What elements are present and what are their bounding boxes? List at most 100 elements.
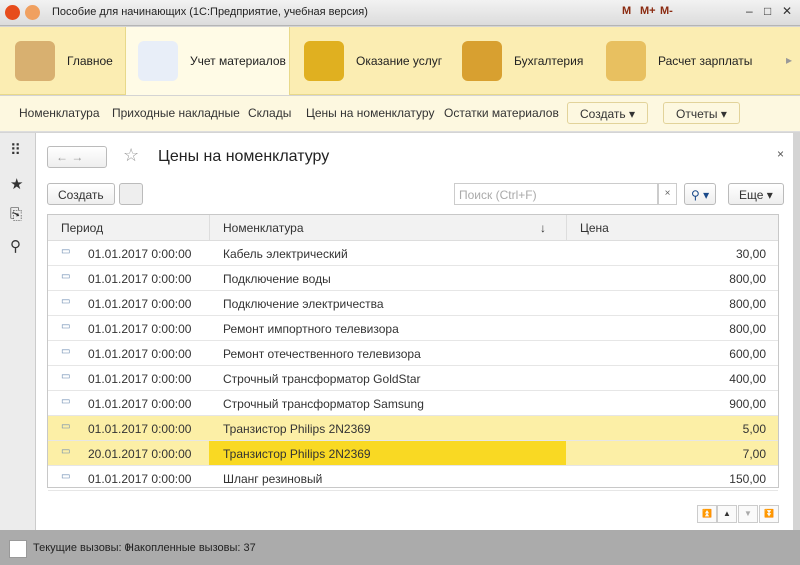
prices-table: Период Номенклатура ↓ Цена ▭ 01.01.2017 0… (47, 214, 779, 491)
item-cell: Транзистор Philips 2N2369 (223, 447, 371, 461)
lamp-icon (15, 41, 55, 81)
worker-icon (304, 41, 344, 81)
period-cell: 01.01.2017 0:00:00 (88, 422, 192, 436)
item-cell: Ремонт импортного телевизора (223, 322, 399, 336)
close-window-button[interactable]: ✕ (782, 4, 792, 18)
period-cell: 01.01.2017 0:00:00 (88, 397, 192, 411)
section-payroll[interactable]: Расчет зарплаты (606, 27, 752, 95)
table-row[interactable]: ▭ 01.01.2017 0:00:00 Строчный трансформато… (48, 366, 778, 391)
item-cell: Подключение воды (223, 272, 331, 286)
record-icon: ▭ (61, 446, 71, 457)
period-cell: 01.01.2017 0:00:00 (88, 247, 192, 261)
price-cell: 900,00 (729, 397, 766, 411)
section-label: Расчет зарплаты (658, 54, 753, 68)
table-row[interactable]: ▭ 20.01.2017 0:00:00 Транзистор Philips 2N… (48, 441, 778, 466)
table-row[interactable]: ▭ 01.01.2017 0:00:00 Ремонт отечественного… (48, 341, 778, 366)
section-label: Главное (67, 54, 113, 68)
price-cell: 7,00 (742, 447, 766, 461)
favorites-star-icon[interactable]: ★ (10, 175, 23, 193)
price-cell: 800,00 (729, 272, 766, 286)
table-row[interactable]: ▭ 01.01.2017 0:00:00 Ремонт импортного тел… (48, 316, 778, 341)
nav-balances[interactable]: Остатки материалов (444, 106, 559, 120)
memory-m-button[interactable]: M (622, 5, 631, 17)
clear-search-button[interactable]: × (658, 183, 677, 205)
table-row[interactable]: ▭ 01.01.2017 0:00:00 Шланг резиновый 150,00 (48, 466, 778, 491)
record-icon: ▭ (61, 396, 71, 407)
section-accounting[interactable]: Бухгалтерия (462, 27, 583, 95)
table-row[interactable]: ▭ 01.01.2017 0:00:00 Транзистор Philips 2N… (48, 416, 778, 441)
item-cell: Транзистор Philips 2N2369 (223, 422, 371, 436)
favorite-star-icon[interactable]: ☆ (123, 145, 139, 166)
back-forward-buttons[interactable]: ← → (47, 146, 107, 168)
sections-panel: Главное Учет материалов Оказание услуг Б… (0, 27, 800, 95)
sort-desc-icon: ↓ (540, 221, 546, 235)
record-icon: ▭ (61, 271, 71, 282)
minimize-button[interactable]: – (746, 4, 753, 18)
form-title: Цены на номенклатуру (158, 148, 330, 165)
table-row[interactable]: ▭ 01.01.2017 0:00:00 Подключение воды 800,0… (48, 266, 778, 291)
record-icon: ▭ (61, 471, 71, 482)
period-cell: 20.01.2017 0:00:00 (88, 447, 192, 461)
main-menu-icon[interactable] (25, 5, 40, 20)
create-label: Создать (580, 107, 626, 121)
scroll-down-button[interactable]: ▼ (738, 505, 758, 523)
table-row[interactable]: ▭ 01.01.2017 0:00:00 Строчный трансформато… (48, 391, 778, 416)
scroll-right-icon[interactable]: ▸ (786, 53, 792, 67)
period-cell: 01.01.2017 0:00:00 (88, 472, 192, 486)
section-label: Бухгалтерия (514, 54, 584, 68)
server-calls-icon[interactable] (9, 540, 27, 558)
left-toolbar: ⠿ ★ ⎘ ⚲ (0, 133, 36, 530)
price-cell: 150,00 (729, 472, 766, 486)
maximize-button[interactable]: □ (764, 4, 771, 18)
period-cell: 01.01.2017 0:00:00 (88, 322, 192, 336)
search-options-button[interactable]: ⚲ ▾ (684, 183, 717, 205)
period-cell: 01.01.2017 0:00:00 (88, 347, 192, 361)
column-price[interactable]: Цена (580, 221, 609, 235)
item-cell: Строчный трансформатор GoldStar (223, 372, 421, 386)
payroll-icon (606, 41, 646, 81)
window-title: Пособие для начинающих (1С:Предприятие, … (52, 6, 368, 18)
more-label: Еще (739, 188, 764, 202)
record-icon: ▭ (61, 296, 71, 307)
price-cell: 400,00 (729, 372, 766, 386)
record-icon: ▭ (61, 421, 71, 432)
period-cell: 01.01.2017 0:00:00 (88, 272, 192, 286)
accumulated-calls: Накопленные вызовы: 37 (126, 542, 256, 554)
column-period[interactable]: Период (61, 221, 103, 235)
scroll-up-button[interactable]: ▲ (717, 505, 737, 523)
column-item[interactable]: Номенклатура (223, 221, 304, 235)
price-cell: 800,00 (729, 322, 766, 336)
nav-prices[interactable]: Цены на номенклатуру (306, 106, 434, 120)
apps-grid-icon[interactable]: ⠿ (10, 141, 21, 159)
reports-menu-button[interactable]: Отчеты ▾ (663, 102, 740, 124)
memory-plus-button[interactable]: M+ (640, 5, 656, 17)
record-icon: ▭ (61, 346, 71, 357)
search-icon[interactable]: ⚲ (10, 237, 21, 255)
memory-minus-button[interactable]: M- (660, 5, 673, 17)
record-icon: ▭ (61, 321, 71, 332)
item-cell: Кабель электрический (223, 247, 348, 261)
item-cell: Подключение электричества (223, 297, 384, 311)
search-input[interactable]: Поиск (Ctrl+F) (454, 183, 658, 205)
more-button[interactable]: Еще ▾ (728, 183, 784, 205)
reports-label: Отчеты (676, 107, 718, 121)
section-main[interactable]: Главное (15, 27, 113, 95)
scroll-top-button[interactable]: ⏫ (697, 505, 717, 523)
close-form-button[interactable]: × (777, 147, 784, 161)
section-navigation: Номенклатура Приходные накладные Склады … (0, 96, 800, 132)
history-icon[interactable]: ⎘ (10, 206, 22, 223)
nav-receipts[interactable]: Приходные накладные (112, 106, 240, 120)
price-cell: 5,00 (742, 422, 766, 436)
nav-nomenclature[interactable]: Номенклатура (19, 106, 100, 120)
period-cell: 01.01.2017 0:00:00 (88, 372, 192, 386)
section-materials[interactable]: Учет материалов (125, 27, 290, 95)
nav-warehouses[interactable]: Склады (248, 106, 291, 120)
create-menu-button[interactable]: Создать ▾ (567, 102, 648, 124)
scroll-bottom-button[interactable]: ⏬ (759, 505, 779, 523)
create-button[interactable]: Создать (47, 183, 115, 205)
section-services[interactable]: Оказание услуг (304, 27, 442, 95)
table-row[interactable]: ▭ 01.01.2017 0:00:00 Подключение электриче… (48, 291, 778, 316)
price-cell: 800,00 (729, 297, 766, 311)
copy-icon[interactable] (119, 183, 143, 205)
table-row[interactable]: ▭ 01.01.2017 0:00:00 Кабель электрический 3… (48, 241, 778, 266)
